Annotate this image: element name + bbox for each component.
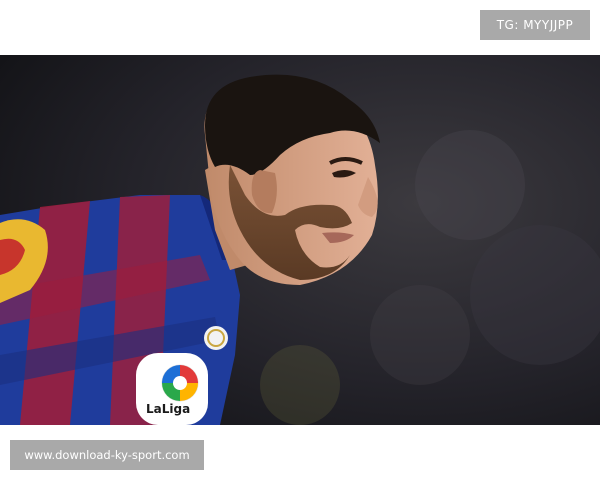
league-patch-icon — [204, 326, 228, 350]
telegram-watermark: TG: MYYJJPP — [480, 10, 590, 40]
laliga-logo-icon: LaLiga — [136, 353, 208, 425]
laliga-text: LaLiga — [146, 402, 190, 416]
player-photo: LaLiga — [0, 55, 600, 425]
site-watermark: www.download-ky-sport.com — [10, 440, 204, 470]
